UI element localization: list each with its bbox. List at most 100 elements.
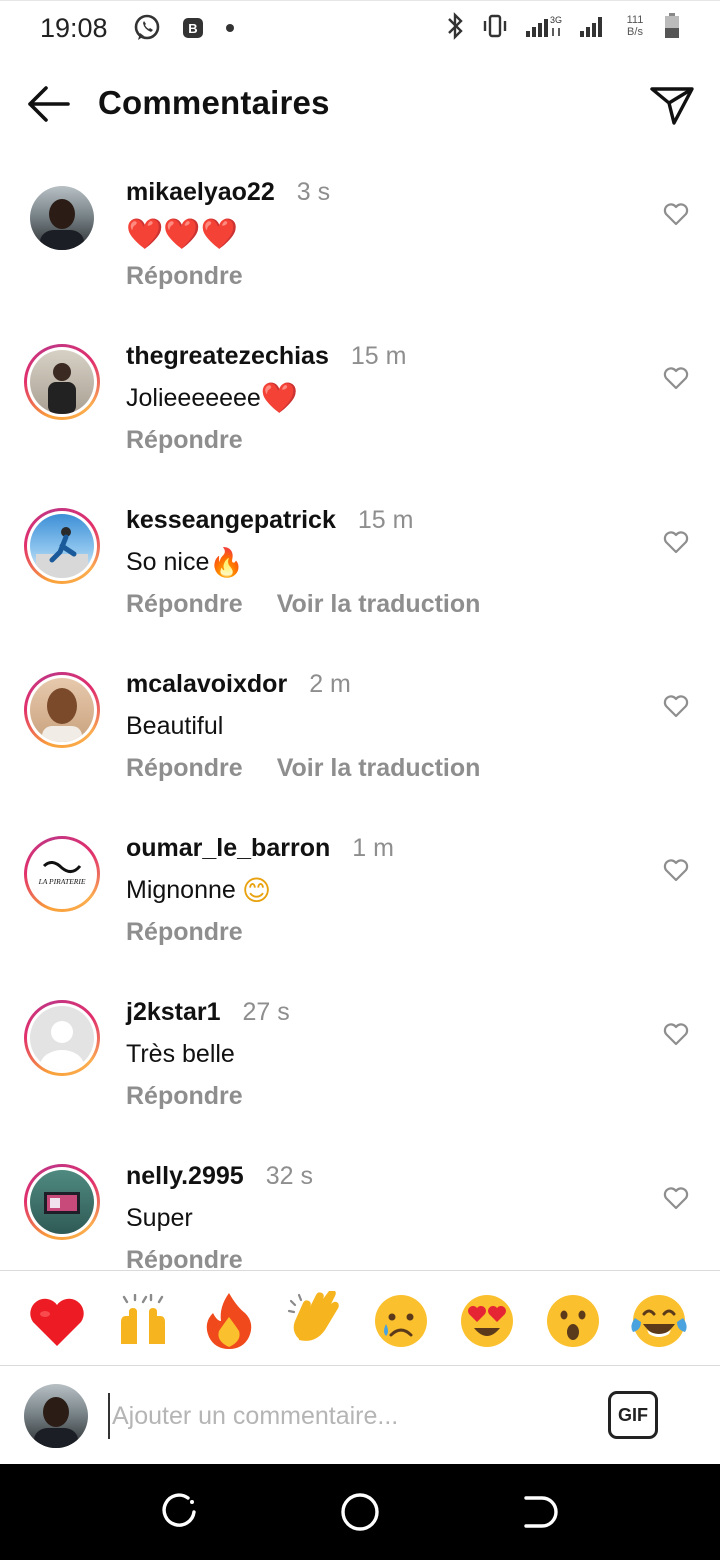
app-badge-icon: B (183, 18, 203, 38)
comment-username[interactable]: thegreatezechias (126, 342, 329, 371)
status-system-icons: 3G 111 B/s (444, 11, 682, 41)
comment-body: j2kstar1 27 s Très belle Répondre (126, 998, 640, 1111)
avatar-photo (40, 199, 84, 250)
reply-link[interactable]: Répondre (126, 754, 243, 783)
avatar[interactable] (24, 508, 100, 584)
comment-time: 15 m (350, 342, 407, 370)
reply-link[interactable]: Répondre (126, 1246, 243, 1270)
crying-face-icon (375, 1295, 427, 1347)
emoji-heart-button[interactable] (27, 1291, 87, 1351)
avatar-photo (48, 363, 76, 414)
comment-username[interactable]: oumar_le_barron (126, 834, 330, 863)
page-title: Commentaires (98, 84, 330, 121)
svg-text:B: B (188, 21, 197, 36)
avatar[interactable] (24, 1000, 100, 1076)
gif-button[interactable]: GIF (608, 1391, 658, 1439)
comment-item: nelly.2995 32 s Super Répondre (0, 1144, 720, 1270)
home-icon[interactable] (338, 1490, 382, 1534)
comments-list[interactable]: mikaelyao22 3 s ❤️❤️❤️ Répondre thegreat… (0, 160, 720, 1270)
comment-item: LA PIRATERIE oumar_le_barron 1 m Mignonn… (0, 816, 720, 980)
emoji-sad-button[interactable] (371, 1291, 431, 1351)
emoji-heart-eyes-button[interactable] (457, 1291, 517, 1351)
comment-emoji: 🔥 (209, 545, 245, 579)
comment-text-content: Très belle (126, 1039, 235, 1068)
status-time: 19:08 (40, 13, 108, 43)
avatar[interactable] (24, 672, 100, 748)
avatar[interactable]: LA PIRATERIE (24, 836, 100, 912)
fire-icon (206, 1293, 252, 1349)
share-button[interactable] (646, 80, 698, 130)
comment-item: mikaelyao22 3 s ❤️❤️❤️ Répondre (0, 160, 720, 324)
battery-icon (665, 13, 679, 38)
raising-hands-icon (121, 1294, 165, 1344)
emoji-clapping-button[interactable] (285, 1291, 345, 1351)
network-speed: 111 B/s (622, 14, 648, 38)
notification-dot-icon (226, 24, 234, 32)
comment-time: 1 m (352, 834, 394, 862)
comment-body: mcalavoixdor 2 m Beautiful Répondre Voir… (126, 670, 640, 783)
reply-link[interactable]: Répondre (126, 426, 243, 455)
avatar[interactable] (24, 180, 100, 256)
avatar-photo (36, 527, 88, 578)
comment-text: So nice 🔥 (126, 544, 640, 580)
reply-link[interactable]: Répondre (126, 590, 243, 619)
reply-link[interactable]: Répondre (126, 262, 243, 291)
comment-username[interactable]: mikaelyao22 (126, 178, 275, 207)
network-speed-value: 111 (626, 14, 644, 26)
arrow-left-icon (28, 86, 70, 122)
default-avatar-icon (40, 1021, 84, 1070)
comment-item: mcalavoixdor 2 m Beautiful Répondre Voir… (0, 652, 720, 816)
comment-username[interactable]: nelly.2995 (126, 1162, 244, 1191)
red-heart-icon (30, 1298, 84, 1346)
status-notification-icons: B (132, 13, 236, 43)
translate-link[interactable]: Voir la traduction (277, 590, 481, 619)
heart-outline-icon[interactable] (662, 692, 690, 720)
heart-outline-icon[interactable] (662, 856, 690, 884)
signal-3g-icon: 3G (526, 15, 562, 37)
my-avatar-photo (34, 1397, 78, 1448)
emoji-fire-button[interactable] (199, 1291, 259, 1351)
comment-emoji: ❤️ (260, 380, 299, 416)
back-button[interactable] (22, 80, 74, 128)
comment-text-content: Jolieeeeeee (126, 383, 261, 412)
comment-text: Super (126, 1200, 640, 1236)
comment-text-content: Mignonne (126, 875, 236, 904)
my-avatar (24, 1384, 88, 1448)
comment-time: 2 m (309, 670, 351, 698)
emoji-surprised-button[interactable] (543, 1291, 603, 1351)
comment-text: Jolieeeeeee ❤️ (126, 380, 640, 416)
comment-text: Mignonne 😊 (126, 872, 640, 908)
heart-outline-icon[interactable] (662, 364, 690, 392)
recent-apps-icon[interactable] (158, 1490, 202, 1534)
heart-outline-icon[interactable] (662, 1184, 690, 1212)
comment-body: thegreatezechias 15 m Jolieeeeeee ❤️ Rép… (126, 342, 640, 455)
comment-time: 32 s (265, 1162, 313, 1190)
avatar-photo (44, 1192, 80, 1214)
emoji-raising-hands-button[interactable] (113, 1291, 173, 1351)
emoji-laughing-button[interactable] (629, 1291, 689, 1351)
avatar-logo: LA PIRATERIE (38, 861, 86, 886)
comment-time: 15 m (357, 506, 414, 534)
translate-link[interactable]: Voir la traduction (277, 754, 481, 783)
heart-outline-icon[interactable] (662, 528, 690, 556)
avatar[interactable] (24, 344, 100, 420)
comment-username[interactable]: kesseangepatrick (126, 506, 336, 535)
comment-username[interactable]: j2kstar1 (126, 998, 221, 1027)
comment-input[interactable] (108, 1393, 588, 1439)
comment-body: oumar_le_barron 1 m Mignonne 😊 Répondre (126, 834, 640, 947)
avatar[interactable] (24, 1164, 100, 1240)
comment-text-content: Super (126, 1203, 193, 1232)
comment-composer: GIF (0, 1367, 720, 1464)
comment-item: j2kstar1 27 s Très belle Répondre (0, 980, 720, 1144)
comment-item: kesseangepatrick 15 m So nice 🔥 Répondre… (0, 488, 720, 652)
heart-outline-icon[interactable] (662, 200, 690, 228)
comment-username[interactable]: mcalavoixdor (126, 670, 287, 699)
heart-outline-icon[interactable] (662, 1020, 690, 1048)
reply-link[interactable]: Répondre (126, 918, 243, 947)
comment-time: 3 s (296, 178, 331, 206)
reply-link[interactable]: Répondre (126, 1082, 243, 1111)
back-nav-icon[interactable] (518, 1490, 562, 1534)
avatar-photo (42, 688, 82, 742)
comment-emoji: 😊 (241, 873, 272, 907)
emoji-reaction-bar (0, 1270, 720, 1366)
